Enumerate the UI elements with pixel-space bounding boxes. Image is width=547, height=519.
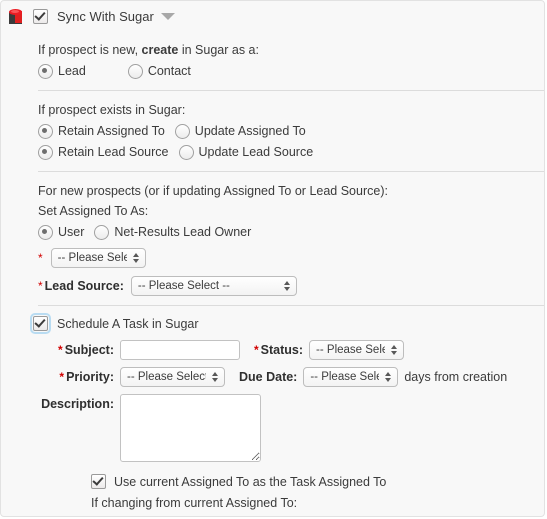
prompt-text-before: If prospect is new, [38,43,142,57]
lead-source-select-row: * Lead Source: -- Please Select -- [38,276,544,296]
schedule-task-header: Schedule A Task in Sugar [1,306,544,334]
assigned-as-radio-row: User Net-Results Lead Owner [38,222,544,242]
use-current-assigned-checkbox[interactable] [91,474,106,489]
prompt-text-after: in Sugar as a: [178,43,259,57]
assigned-to-radio-row: Retain Assigned To Update Assigned To [38,121,544,141]
panel-header: Sync With Sugar [1,1,544,31]
radio-user[interactable] [38,224,53,240]
section-assignment: For new prospects (or if updating Assign… [1,172,544,305]
priority-select[interactable]: -- Please Select -- [120,367,225,387]
assignment-subprompt: Set Assigned To As: [38,204,149,218]
assigned-to-task-block: Use current Assigned To as the Task Assi… [34,474,544,516]
priority-duedate-row: * Priority: -- Please Select -- Due Date:… [34,367,544,387]
prospect-new-prompt: If prospect is new, create in Sugar as a… [38,40,544,60]
radio-update-lead-source[interactable] [178,144,194,160]
due-date-label: Due Date: [239,370,298,384]
radio-update-assigned-to-label: Update Assigned To [194,124,306,138]
radio-contact[interactable] [127,63,143,79]
due-date-select[interactable]: -- Please Select -- [303,367,399,387]
lead-source-required-marker: * [38,279,43,293]
radio-retain-lead-source[interactable] [38,144,53,160]
section-prospect-exists: If prospect exists in Sugar: Retain Assi… [1,91,544,171]
assigned-to-required-marker: * [38,251,43,265]
due-date-label-wrap: Due Date: [225,367,303,387]
schedule-task-body: * Subject: * Status: -- Please Select -- *… [1,340,544,516]
description-textarea[interactable] [120,394,261,462]
description-row: Description: [34,394,544,462]
status-select[interactable]: -- Please Select -- [309,340,405,360]
radio-retain-assigned-to-label: Retain Assigned To [58,124,165,138]
prospect-new-radio-row: Lead Contact [38,61,544,81]
chevron-down-icon[interactable] [160,12,175,20]
radio-net-results-lead-owner-label: Net-Results Lead Owner [114,225,252,239]
subject-required-marker: * [58,343,63,357]
subject-status-row: * Subject: * Status: -- Please Select -- [34,340,544,360]
lead-source-select[interactable]: -- Please Select -- [130,276,297,296]
status-label: Status: [260,343,304,357]
due-date-suffix: days from creation [404,370,508,384]
prompt-text-bold: create [141,43,179,57]
lead-source-radio-row: Retain Lead Source Update Lead Source [38,142,544,162]
priority-label-wrap: * Priority: [34,367,120,387]
status-label-wrap: * Status: [240,340,309,360]
subject-label-wrap: * Subject: [34,340,120,360]
radio-lead-label: Lead [58,64,86,78]
lead-source-label: Lead Source: [44,279,124,293]
assigned-to-select[interactable]: -- Please Select -- [50,248,146,268]
if-changing-label: If changing from current Assigned To: [91,496,298,510]
use-current-assigned-label: Use current Assigned To as the Task Assi… [114,474,387,489]
schedule-task-label: Schedule A Task in Sugar [57,316,199,331]
radio-update-assigned-to[interactable] [174,123,190,139]
radio-retain-assigned-to[interactable] [38,123,53,139]
section-schedule-task: Schedule A Task in Sugar * Subject: * Stat… [1,306,544,516]
assignment-prompt: For new prospects (or if updating Assign… [38,184,388,198]
prospect-exists-prompt: If prospect exists in Sugar: [38,103,186,117]
radio-retain-lead-source-label: Retain Lead Source [58,145,169,159]
use-current-assigned-row: Use current Assigned To as the Task Assi… [91,474,544,489]
status-required-marker: * [254,343,259,357]
subject-input[interactable] [120,340,240,360]
section-prospect-new: If prospect is new, create in Sugar as a… [1,31,544,90]
radio-net-results-lead-owner[interactable] [94,224,110,240]
sugar-cube-icon [7,7,24,25]
sync-with-sugar-label: Sync With Sugar [57,8,154,24]
radio-contact-label: Contact [147,64,191,78]
priority-label: Priority: [66,370,114,384]
radio-user-label: User [58,225,85,239]
sync-with-sugar-checkbox[interactable] [33,8,48,24]
sync-with-sugar-panel: Sync With Sugar If prospect is new, crea… [0,0,545,517]
description-label: Description: [41,397,114,411]
priority-required-marker: * [59,370,65,384]
subject-label: Subject: [64,343,114,357]
assigned-to-select-row: * -- Please Select -- [38,248,544,268]
radio-lead[interactable] [38,63,53,79]
radio-update-lead-source-label: Update Lead Source [198,145,314,159]
schedule-task-checkbox[interactable] [30,313,51,334]
